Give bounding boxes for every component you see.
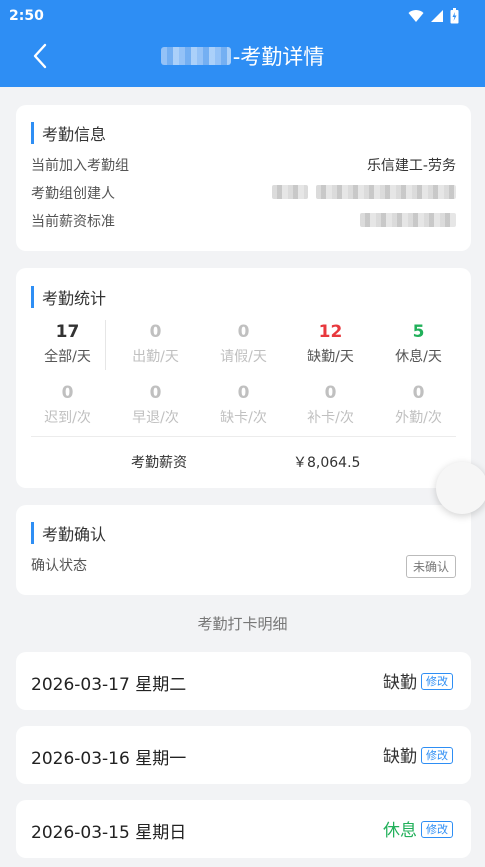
- stat-label: 迟到/次: [44, 410, 91, 426]
- info-label: 当前薪资标准: [31, 214, 115, 230]
- stat-leave-days: 0 请假/天: [200, 322, 287, 366]
- info-label: 当前加入考勤组: [31, 158, 129, 174]
- status-icons: [408, 8, 459, 24]
- stat-label: 全部/天: [44, 349, 91, 365]
- info-row-salary-standard: 当前薪资标准: [31, 211, 456, 233]
- info-label: 考勤组创建人: [31, 186, 115, 202]
- redacted-name: [160, 47, 231, 65]
- section-title: 考勤信息: [42, 125, 107, 144]
- stat-value: 0: [237, 383, 250, 403]
- salary-value: ￥8,064.5: [293, 455, 361, 471]
- stat-makeup-punch-count: 0 补卡/次: [287, 383, 374, 427]
- stat-label: 请假/天: [220, 349, 267, 365]
- stat-value: 0: [149, 322, 162, 342]
- day-record[interactable]: 2026-03-15 星期日 休息 修改: [16, 800, 471, 858]
- salary-label: 考勤薪资: [131, 455, 187, 471]
- stat-label: 外勤/次: [395, 410, 442, 426]
- stat-value: 0: [149, 383, 162, 403]
- day-date: 2026-03-16 星期一: [31, 749, 187, 769]
- stat-label: 早退/次: [132, 410, 179, 426]
- edit-button[interactable]: 修改: [421, 821, 453, 838]
- info-row-group: 当前加入考勤组 乐信建工-劳务: [31, 155, 456, 177]
- section-title: 考勤确认: [42, 525, 107, 544]
- stat-late-count: 0 迟到/次: [24, 383, 111, 427]
- stat-rest-days: 5 休息/天: [375, 322, 462, 366]
- info-value: 乐信建工-劳务: [366, 158, 456, 174]
- stat-field-work-count: 0 外勤/次: [375, 383, 462, 427]
- stat-value: 5: [412, 322, 425, 342]
- edit-button[interactable]: 修改: [421, 673, 453, 690]
- page-title-text: -考勤详情: [232, 45, 325, 69]
- stat-divider: [105, 320, 106, 370]
- stat-value: 0: [324, 383, 337, 403]
- attendance-confirm-card: 考勤确认 确认状态 未确认: [16, 505, 471, 595]
- stats-divider: [31, 436, 456, 437]
- status-time: 2:50: [9, 8, 44, 24]
- punch-detail-title: 考勤打卡明细: [197, 615, 288, 633]
- confirm-status-label: 确认状态: [31, 558, 87, 574]
- attendance-info-card: 考勤信息 当前加入考勤组 乐信建工-劳务 考勤组创建人 当前薪资标准: [16, 105, 471, 251]
- section-accent-bar: [31, 122, 34, 144]
- redacted-salary-standard: [360, 213, 456, 231]
- stat-early-leave-count: 0 早退/次: [112, 383, 199, 427]
- stat-total-days: 17 全部/天: [24, 322, 111, 366]
- stat-present-days: 0 出勤/天: [112, 322, 199, 366]
- day-status: 缺勤: [383, 673, 417, 693]
- section-accent-bar: [31, 286, 34, 308]
- stat-value: 0: [61, 383, 74, 403]
- signal-icon: [431, 10, 443, 22]
- info-row-creator: 考勤组创建人: [31, 183, 456, 205]
- redacted-creator: [272, 185, 456, 199]
- attendance-confirm-header: 考勤确认: [31, 521, 106, 545]
- attendance-stats-card: 考勤统计 17 全部/天 0 出勤/天 0 请假/天 12 缺勤/天 5 休息/…: [16, 268, 471, 488]
- app-header: 2:50 -考勤详情: [0, 0, 485, 87]
- stat-missing-punch-count: 0 缺卡/次: [200, 383, 287, 427]
- day-status: 休息: [383, 821, 417, 841]
- status-bar: 2:50: [0, 0, 485, 32]
- day-date: 2026-03-15 星期日: [31, 823, 187, 843]
- edit-button[interactable]: 修改: [421, 747, 453, 764]
- stat-value: 17: [55, 322, 80, 342]
- stat-absent-days: 12 缺勤/天: [287, 322, 374, 366]
- section-title: 考勤统计: [42, 289, 107, 308]
- floating-action-button[interactable]: [436, 462, 485, 514]
- confirm-status-badge: 未确认: [405, 555, 456, 578]
- stat-label: 休息/天: [395, 349, 442, 365]
- stat-label: 补卡/次: [307, 410, 354, 426]
- battery-icon: [450, 8, 459, 24]
- attendance-stats-header: 考勤统计: [31, 285, 106, 309]
- stat-value: 0: [237, 322, 250, 342]
- wifi-icon: [408, 10, 424, 22]
- stat-label: 缺卡/次: [220, 410, 267, 426]
- day-date: 2026-03-17 星期二: [31, 675, 187, 695]
- stat-label: 出勤/天: [132, 349, 179, 365]
- day-status: 缺勤: [383, 747, 417, 767]
- section-accent-bar: [31, 522, 34, 544]
- attendance-info-header: 考勤信息: [31, 121, 106, 145]
- day-record[interactable]: 2026-03-16 星期一 缺勤 修改: [16, 726, 471, 784]
- stat-label: 缺勤/天: [307, 349, 354, 365]
- stat-value: 0: [412, 383, 425, 403]
- stat-value: 12: [318, 322, 343, 342]
- page-title: -考勤详情: [0, 40, 485, 72]
- day-record[interactable]: 2026-03-17 星期二 缺勤 修改: [16, 652, 471, 710]
